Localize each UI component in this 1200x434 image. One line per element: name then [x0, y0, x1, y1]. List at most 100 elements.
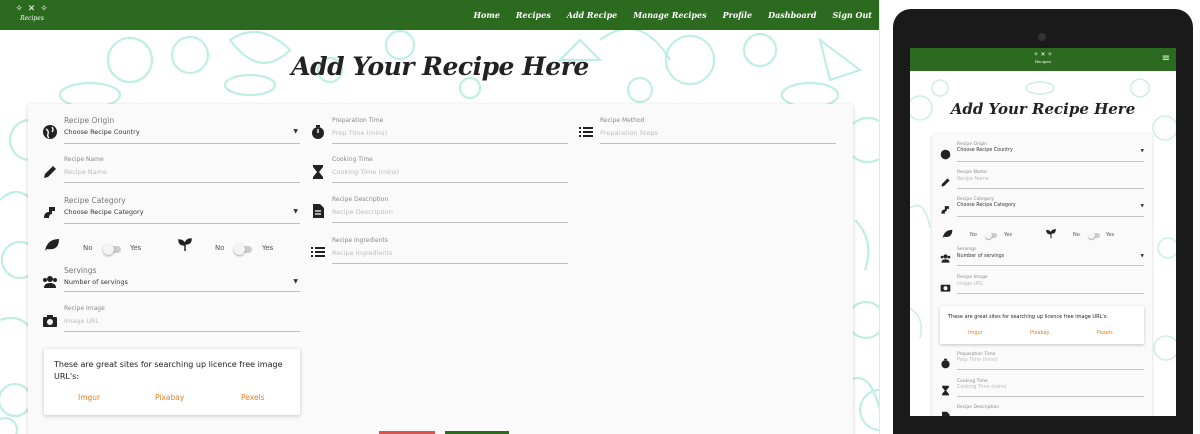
imgur-link[interactable]: Imgur: [78, 393, 100, 402]
recipe-image-placeholder: Image URL: [957, 282, 984, 287]
field-underline: [957, 369, 1144, 370]
recipe-image-placeholder: Image URL: [64, 317, 100, 325]
vegetarian-no-label: No: [215, 244, 225, 252]
field-underline: [64, 223, 300, 224]
recipe-origin-value: Choose Recipe Country: [64, 128, 140, 136]
field-underline: [332, 143, 568, 144]
field-underline: [332, 263, 568, 264]
recipe-origin-field[interactable]: Recipe Origin Choose Recipe Country ▼: [42, 116, 300, 146]
tablet-screen: ✧ ✕ ✧ Recipes ≡ Add Your Recipe Here Rec…: [910, 48, 1176, 416]
vegan-yes-label: Yes: [1004, 232, 1013, 238]
vegetarian-yes-label: Yes: [262, 244, 274, 252]
list-icon: [311, 247, 325, 257]
cooking-time-field[interactable]: Cooking Time Cooking Time (mins): [310, 156, 568, 184]
add-recipe-form: Recipe Origin Choose Recipe Country ▼ Re…: [28, 104, 853, 434]
pixabay-link[interactable]: Pixabay: [1030, 330, 1050, 336]
nav-links: Home Recipes Add Recipe Manage Recipes P…: [457, 0, 872, 30]
cooking-time-field[interactable]: Cooking Time Cooking Time (mins): [940, 379, 1144, 399]
prep-time-field[interactable]: Preparation Time Prep Time (mins): [940, 352, 1144, 372]
people-icon: [940, 254, 951, 263]
recipe-category-field[interactable]: Recipe Category Choose Recipe Category ▼: [42, 196, 300, 226]
method-placeholder: Preparation Steps: [600, 129, 658, 137]
recipe-category-label: Recipe Category: [64, 196, 126, 205]
method-field[interactable]: Recipe Method Preparation Steps: [578, 117, 836, 145]
pexels-link[interactable]: Pexels: [241, 393, 265, 402]
field-underline: [64, 143, 300, 144]
vegan-toggle[interactable]: [985, 231, 997, 239]
vegetarian-toggle[interactable]: [234, 244, 252, 255]
tablet-navbar: ✧ ✕ ✧ Recipes ≡: [910, 48, 1176, 71]
servings-field[interactable]: Servings Number of servings ▼: [940, 247, 1144, 267]
servings-value: Number of servings: [64, 278, 128, 286]
recipe-image-field[interactable]: Recipe Image Image URL: [940, 275, 1144, 295]
pencil-icon: [941, 178, 950, 187]
servings-value: Number of servings: [957, 254, 1005, 259]
description-field[interactable]: Recipe Description Recipe Description: [310, 196, 568, 224]
cooking-time-label: Cooking Time: [957, 379, 988, 384]
site-logo[interactable]: ✧ ✕ ✧ Recipes: [1032, 51, 1054, 65]
hamburger-menu-icon[interactable]: ≡: [1162, 54, 1170, 64]
nav-add-recipe[interactable]: Add Recipe: [567, 10, 618, 20]
field-underline: [600, 143, 836, 144]
recipe-image-field[interactable]: Recipe Image Image URL: [42, 305, 300, 333]
list-icon: [579, 127, 593, 137]
recipe-origin-field[interactable]: Recipe Origin Choose Recipe Country ▼: [940, 142, 1144, 162]
ingredients-placeholder: Recipe Ingredients: [332, 249, 393, 257]
nav-recipes[interactable]: Recipes: [516, 10, 551, 20]
recipe-origin-label: Recipe Origin: [957, 142, 988, 147]
servings-field[interactable]: Servings Number of servings ▼: [42, 266, 300, 294]
hourglass-icon: [313, 165, 323, 179]
method-label: Recipe Method: [600, 117, 645, 124]
recipe-name-field[interactable]: Recipe Name Recipe Name: [42, 156, 300, 184]
field-underline: [957, 188, 1144, 189]
vegan-toggle[interactable]: [103, 244, 121, 255]
info-message: These are great sites for searching up l…: [948, 314, 1108, 320]
cooking-time-placeholder: Cooking Time (mins): [332, 168, 400, 176]
sprout-icon: [178, 238, 192, 251]
description-label: Recipe Description: [332, 196, 389, 203]
description-field[interactable]: Recipe Description: [940, 405, 1144, 416]
prep-time-label: Preparation Time: [332, 117, 384, 124]
recipe-name-field[interactable]: Recipe Name Recipe Name: [940, 170, 1144, 190]
recipe-category-label: Recipe Category: [957, 197, 995, 202]
image-sites-info-box: These are great sites for searching up l…: [44, 349, 300, 415]
ingredients-field[interactable]: Recipe Ingredients Recipe Ingredients: [310, 237, 568, 265]
document-icon: [313, 204, 324, 218]
logo-mark: ✧ ✕ ✧: [1033, 51, 1053, 58]
desktop-view: ✧ ✕ ✧ Recipes Home Recipes Add Recipe Ma…: [0, 0, 880, 434]
vegan-no-label: No: [83, 244, 93, 252]
field-underline: [64, 182, 300, 183]
hourglass-icon: [942, 385, 949, 396]
logo-text: Recipes: [20, 15, 44, 22]
recipe-image-label: Recipe Image: [64, 305, 105, 312]
field-underline: [332, 222, 568, 223]
recipe-image-label: Recipe Image: [957, 275, 988, 280]
nav-dashboard[interactable]: Dashboard: [768, 10, 816, 20]
prep-time-field[interactable]: Preparation Time Prep Time (mins): [310, 117, 568, 145]
field-underline: [64, 291, 300, 292]
field-underline: [64, 331, 300, 332]
document-icon: [942, 411, 950, 416]
prep-time-label: Preparation Time: [957, 352, 996, 357]
recipe-name-label: Recipe Name: [957, 170, 987, 175]
cooking-time-placeholder: Cooking Time (mins): [957, 385, 1007, 390]
nav-profile[interactable]: Profile: [723, 10, 753, 20]
recipe-name-placeholder: Recipe Name: [64, 168, 107, 176]
vegan-yes-label: Yes: [130, 244, 142, 252]
chevron-down-icon: ▼: [293, 128, 298, 135]
globe-icon: [43, 125, 57, 139]
vegetarian-toggle[interactable]: [1088, 231, 1100, 239]
category-icon: [941, 206, 949, 214]
recipe-category-field[interactable]: Recipe Category Choose Recipe Category ▼: [940, 197, 1144, 217]
imgur-link[interactable]: Imgur: [968, 330, 983, 336]
pixabay-link[interactable]: Pixabay: [155, 393, 184, 402]
servings-label: Servings: [64, 266, 97, 275]
pexels-link[interactable]: Pexels: [1097, 330, 1113, 336]
field-underline: [332, 182, 568, 183]
field-underline: [957, 396, 1144, 397]
site-logo[interactable]: ✧ ✕ ✧ Recipes: [12, 3, 52, 27]
nav-sign-out[interactable]: Sign Out: [833, 10, 873, 20]
nav-manage-recipes[interactable]: Manage Recipes: [633, 10, 706, 20]
leaf-icon: [45, 239, 59, 251]
nav-home[interactable]: Home: [473, 10, 499, 20]
